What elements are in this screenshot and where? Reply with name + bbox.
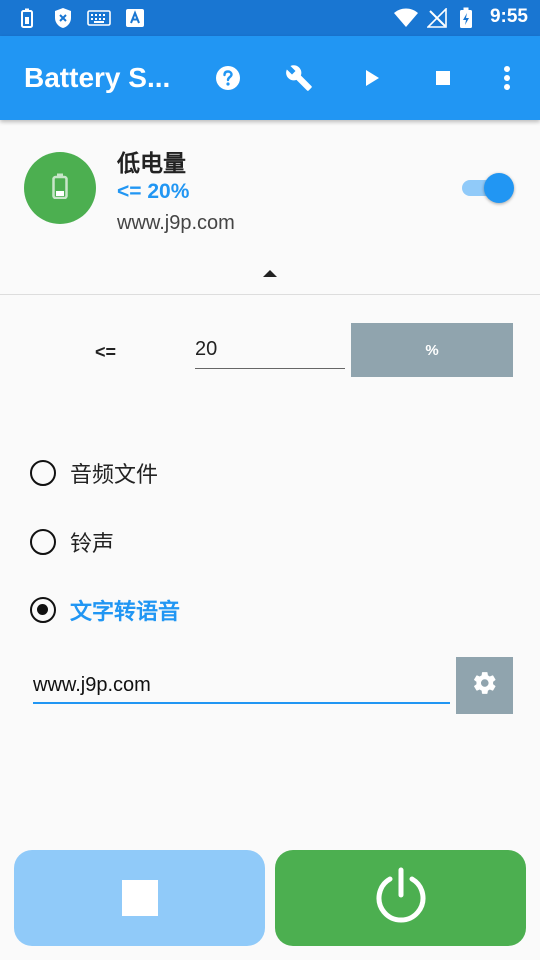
no-signal-icon	[426, 7, 448, 29]
battery-saver-icon	[18, 7, 36, 29]
keyboard-icon	[86, 7, 112, 29]
shield-icon	[52, 7, 74, 29]
app-bar: Battery S...	[0, 36, 540, 120]
profile-card[interactable]: 低电量 <= 20% www.j9p.com	[0, 120, 540, 295]
tts-text-input[interactable]	[33, 668, 450, 704]
radio-label: 文字转语音	[70, 599, 181, 624]
radio-button-selected[interactable]	[30, 597, 56, 623]
radio-button[interactable]	[30, 460, 56, 486]
clock: 9:55	[489, 6, 528, 27]
radio-label: 音频文件	[70, 462, 159, 487]
more-vert-icon[interactable]	[487, 58, 527, 98]
unit-button[interactable]: %	[351, 323, 513, 377]
profile-name: 低电量	[117, 150, 186, 176]
radio-option-tts[interactable]: 文字转语音	[30, 590, 510, 630]
wrench-icon[interactable]	[279, 58, 319, 98]
radio-option-audio-file[interactable]: 音频文件	[30, 453, 510, 493]
help-icon[interactable]	[208, 58, 248, 98]
profile-enable-toggle[interactable]	[462, 173, 514, 203]
threshold-value-input[interactable]	[195, 330, 345, 369]
profile-level: <= 20%	[117, 180, 190, 203]
collapse-arrow-icon[interactable]	[263, 270, 277, 277]
radio-option-ringtone[interactable]: 铃声	[30, 522, 510, 562]
battery-low-icon	[52, 173, 68, 204]
profile-avatar	[24, 152, 96, 224]
toggle-thumb	[484, 173, 514, 203]
tts-settings-button[interactable]	[456, 657, 513, 714]
stop-icon	[121, 880, 158, 916]
play-icon[interactable]	[352, 58, 392, 98]
radio-button[interactable]	[30, 529, 56, 555]
wifi-icon	[392, 7, 420, 29]
unit-label: %	[425, 341, 439, 359]
app-title: Battery S...	[24, 62, 171, 93]
status-bar: 9:55	[0, 0, 540, 36]
text-a-icon	[126, 7, 144, 29]
stop-icon[interactable]	[423, 58, 463, 98]
battery-charging-icon	[458, 7, 474, 29]
power-button[interactable]	[275, 850, 526, 946]
gear-icon	[472, 670, 498, 701]
radio-label: 铃声	[70, 531, 115, 556]
profile-url: www.j9p.com	[117, 212, 235, 234]
power-icon	[373, 867, 429, 930]
threshold-operator: <=	[95, 342, 117, 362]
stop-button[interactable]	[14, 850, 265, 946]
